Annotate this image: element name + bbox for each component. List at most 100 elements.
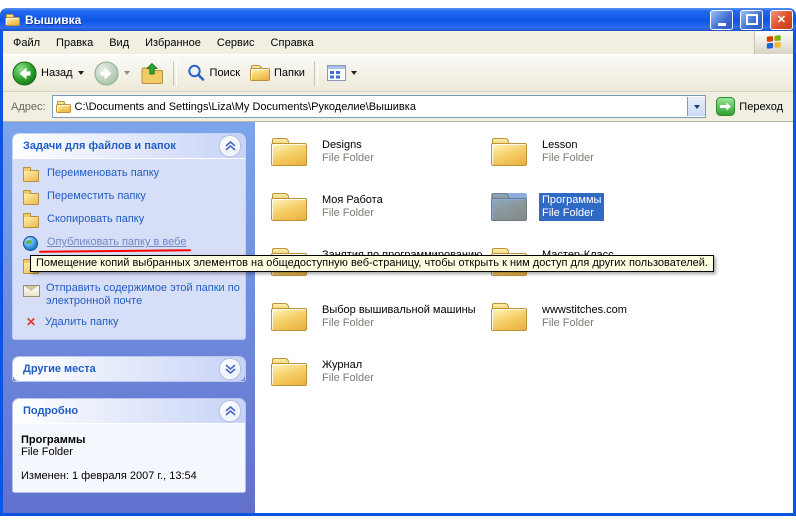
file-type: File Folder — [322, 372, 374, 385]
collapse-chevron-icon[interactable] — [220, 401, 240, 421]
file-name: Designs — [322, 139, 374, 152]
file-name: wwwstitches.com — [542, 304, 627, 317]
details-panel: Подробно Программы File Folder Изменен: … — [13, 399, 245, 492]
folder-icon — [491, 138, 527, 166]
forward-arrow-icon — [94, 61, 119, 86]
file-name: Моя Работа — [322, 194, 383, 207]
task-copy-folder[interactable]: Скопировать папку — [23, 213, 241, 228]
task-pane: Задачи для файлов и папок Переименовать … — [3, 122, 255, 513]
other-places-header[interactable]: Другие места — [13, 357, 245, 381]
file-tasks-title: Задачи для файлов и папок — [23, 140, 176, 152]
file-grid: DesignsFile FolderLessonFile FolderМоя Р… — [271, 138, 793, 413]
file-label: ПрограммыFile Folder — [539, 193, 604, 221]
back-button[interactable]: Назад — [7, 58, 89, 89]
folders-icon — [250, 65, 270, 81]
task-publish-folder[interactable]: Опубликовать папку в вебе — [23, 236, 241, 251]
window-title: Вышивка — [25, 13, 703, 27]
details-header[interactable]: Подробно — [13, 399, 245, 423]
file-type: File Folder — [322, 152, 374, 165]
window-folder-icon — [5, 14, 20, 26]
views-button[interactable] — [322, 62, 362, 84]
file-tile[interactable]: LessonFile Folder — [491, 138, 711, 193]
menu-item-tools[interactable]: Сервис — [209, 34, 263, 52]
task-list: Переименовать папку Переместить папку Скоп… — [13, 158, 245, 339]
folder-icon — [271, 193, 307, 221]
file-tasks-header[interactable]: Задачи для файлов и папок — [13, 134, 245, 158]
file-type: File Folder — [322, 317, 476, 330]
views-icon — [327, 65, 346, 81]
file-label: DesignsFile Folder — [319, 138, 377, 166]
folder-move-icon — [23, 193, 39, 205]
toolbar-separator — [173, 61, 177, 86]
address-folder-icon — [56, 101, 71, 113]
file-tasks-panel: Задачи для файлов и папок Переименовать … — [13, 134, 245, 339]
close-button[interactable]: ✕ — [770, 10, 793, 30]
details-modified: Изменен: 1 февраля 2007 г., 13:54 — [21, 470, 237, 482]
back-arrow-icon — [12, 61, 37, 86]
folder-copy-icon — [23, 216, 39, 228]
file-label: LessonFile Folder — [539, 138, 597, 166]
go-label: Переход — [739, 101, 783, 113]
file-label: wwwstitches.comFile Folder — [539, 303, 630, 331]
file-tile[interactable]: Выбор вышивальной машиныFile Folder — [271, 303, 491, 358]
file-type: File Folder — [542, 152, 594, 165]
task-label: Отправить содержимое этой папки по элект… — [46, 282, 241, 308]
task-label: Скопировать папку — [47, 213, 144, 226]
folders-label: Папки — [274, 67, 305, 79]
details-body: Программы File Folder Изменен: 1 февраля… — [13, 423, 245, 492]
task-rename-folder[interactable]: Переименовать папку — [23, 167, 241, 182]
back-dropdown-icon[interactable] — [78, 71, 84, 75]
up-button[interactable] — [135, 59, 169, 88]
folders-button[interactable]: Папки — [245, 62, 310, 84]
address-input[interactable]: C:\Documents and Settings\Liza\My Docume… — [75, 101, 684, 113]
file-label: Моя РаботаFile Folder — [319, 193, 386, 221]
file-name: Программы — [542, 194, 601, 207]
menu-items: ФайлПравкаВидИзбранноеСервисСправка — [5, 34, 322, 52]
file-tile[interactable]: wwwstitches.comFile Folder — [491, 303, 711, 358]
titlebar[interactable]: Вышивка ✕ — [0, 8, 796, 31]
maximize-button[interactable] — [740, 10, 763, 30]
file-tile[interactable]: Моя РаботаFile Folder — [271, 193, 491, 248]
collapse-chevron-icon[interactable] — [220, 136, 240, 156]
forward-dropdown-icon — [124, 71, 130, 75]
folder-icon — [271, 138, 307, 166]
file-tile[interactable]: ЖурналFile Folder — [271, 358, 491, 413]
file-type: File Folder — [542, 317, 627, 330]
search-label: Поиск — [210, 67, 240, 79]
go-button[interactable]: Переход — [712, 97, 787, 116]
search-icon — [186, 63, 206, 83]
address-dropdown-button[interactable] — [687, 97, 705, 116]
menu-item-file[interactable]: Файл — [5, 34, 48, 52]
file-label: ЖурналFile Folder — [319, 358, 377, 386]
file-name: Журнал — [322, 359, 374, 372]
file-name: Выбор вышивальной машины — [322, 304, 476, 317]
details-title: Подробно — [23, 405, 78, 417]
red-annotation-line — [39, 249, 191, 253]
email-icon — [23, 285, 40, 297]
file-tile[interactable]: DesignsFile Folder — [271, 138, 491, 193]
toolbar-separator — [314, 61, 318, 86]
views-dropdown-icon[interactable] — [351, 71, 357, 75]
folder-icon — [271, 358, 307, 386]
task-label: Переименовать папку — [47, 167, 159, 180]
file-type: File Folder — [542, 207, 601, 220]
address-combo[interactable]: C:\Documents and Settings\Liza\My Docume… — [52, 95, 707, 118]
addressbar: Адрес: C:\Documents and Settings\Liza\My… — [3, 92, 793, 122]
menu-item-view[interactable]: Вид — [101, 34, 137, 52]
tooltip: Помещение копий выбранных элементов на о… — [30, 255, 714, 272]
details-file-name: Программы — [21, 434, 237, 446]
task-move-folder[interactable]: Переместить папку — [23, 190, 241, 205]
folder-icon — [491, 193, 527, 221]
menu-item-edit[interactable]: Правка — [48, 34, 101, 52]
window-body: ФайлПравкаВидИзбранноеСервисСправка — [0, 31, 796, 516]
file-tile[interactable]: ПрограммыFile Folder — [491, 193, 711, 248]
expand-chevron-icon[interactable] — [220, 359, 240, 379]
forward-button[interactable] — [89, 58, 135, 89]
menu-item-favorites[interactable]: Избранное — [137, 34, 209, 52]
task-delete-folder[interactable]: ✕Удалить папку — [23, 316, 241, 329]
minimize-button[interactable] — [710, 10, 733, 30]
go-arrow-icon — [716, 97, 735, 116]
task-email-folder[interactable]: Отправить содержимое этой папки по элект… — [23, 282, 241, 308]
menu-item-help[interactable]: Справка — [263, 34, 322, 52]
search-button[interactable]: Поиск — [181, 60, 245, 86]
